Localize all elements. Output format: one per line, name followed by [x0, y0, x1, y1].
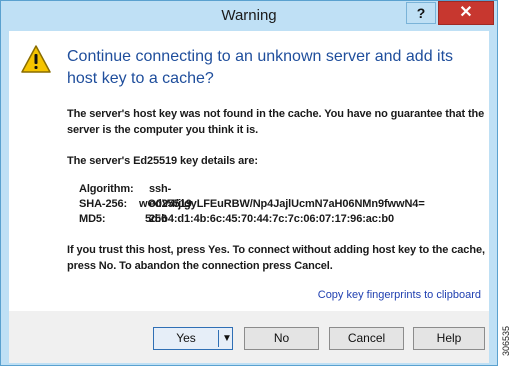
key-detail-label: Algorithm:: [79, 183, 134, 195]
button-bar: Yes ▼ No Cancel Help: [9, 311, 489, 363]
key-detail-md5: MD5: 5d:b4:d1:4b:6c:45:70:44:7c:7c:06:07…: [79, 212, 394, 227]
figure-id: 306535: [501, 326, 511, 357]
key-detail-label: SHA-256:: [79, 198, 128, 210]
title-bar[interactable]: Warning ? ✕: [1, 1, 497, 31]
warning-dialog: Warning ? ✕ Continue connecting to an un…: [0, 0, 498, 366]
cancel-button[interactable]: Cancel: [329, 327, 404, 350]
key-detail-value: wO0V4/jigyLFEuRBW/Np4JajlUcmN7aH06NMn9fw…: [139, 198, 425, 210]
warning-triangle-icon: [21, 45, 51, 73]
dropdown-arrow-icon[interactable]: ▼: [222, 328, 232, 349]
key-detail-sha256: SHA-256: wO0V4/jigyLFEuRBW/Np4JajlUcmN7a…: [79, 197, 425, 212]
key-detail-label: MD5:: [79, 213, 106, 225]
yes-button-label: Yes: [176, 331, 196, 345]
no-button[interactable]: No: [244, 327, 319, 350]
copy-fingerprints-link[interactable]: Copy key fingerprints to clipboard: [318, 289, 481, 301]
key-details-intro: The server's Ed25519 key details are:: [67, 155, 258, 167]
help-button[interactable]: Help: [413, 327, 485, 350]
host-key-warning-text: The server's host key was not found in t…: [67, 108, 485, 136]
key-detail-value: 5d:b4:d1:4b:6c:45:70:44:7c:7c:06:07:17:9…: [145, 213, 395, 225]
title-help-button[interactable]: ?: [406, 2, 436, 24]
key-detail-algorithm: Algorithm: ssh-ed25519 256: [79, 182, 192, 225]
split-divider: [218, 330, 219, 347]
dialog-heading: Continue connecting to an unknown server…: [67, 48, 454, 87]
yes-button[interactable]: Yes ▼: [153, 327, 233, 350]
instructions-text: If you trust this host, press Yes. To co…: [67, 244, 485, 272]
dialog-content: Continue connecting to an unknown server…: [9, 31, 489, 311]
close-button[interactable]: ✕: [438, 1, 494, 25]
